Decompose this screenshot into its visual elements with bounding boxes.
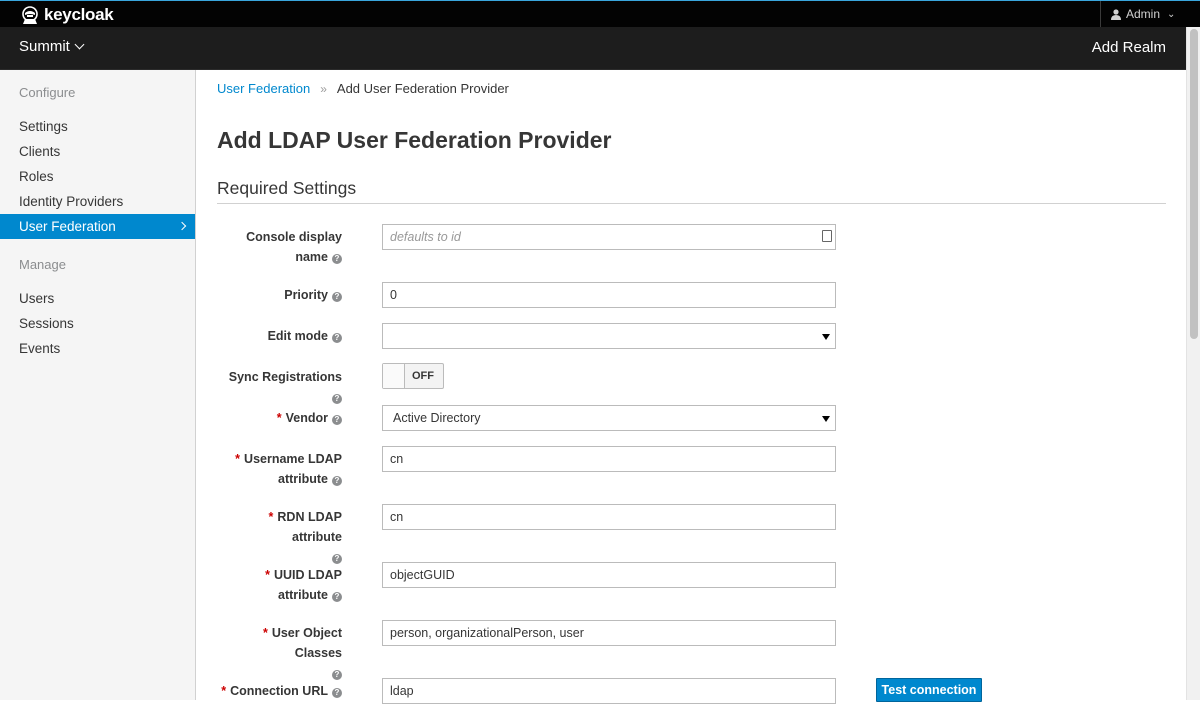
dropdown-arrow-icon	[822, 416, 830, 422]
sync-registrations-label: Sync Registrations?	[217, 367, 342, 407]
label-text: Username LDAP	[244, 452, 342, 466]
section-title: Required Settings	[217, 178, 357, 198]
sidebar-item-sessions[interactable]: Sessions	[0, 311, 195, 336]
required-marker: *	[262, 626, 268, 640]
toggle-knob	[383, 364, 405, 388]
masthead: keycloak Admin ⌄	[0, 0, 1200, 27]
priority-label: Priority?	[217, 285, 342, 305]
priority-input[interactable]: 0	[382, 282, 836, 308]
user-object-classes-label: * User Object Classes ?	[217, 623, 342, 683]
label-text: attribute	[278, 472, 328, 486]
label-text: Sync Registrations	[228, 370, 342, 384]
sidebar-item-events[interactable]: Events	[0, 336, 195, 361]
sidebar: Configure Settings Clients Roles Identit…	[0, 70, 196, 700]
rdn-ldap-attribute-input[interactable]: cn	[382, 504, 836, 530]
rdn-ldap-attribute-label: * RDN LDAP attribute ?	[217, 507, 342, 567]
required-marker: *	[276, 411, 282, 425]
edit-mode-label: Edit mode?	[217, 326, 342, 346]
label-text: name	[295, 250, 328, 264]
toggle-state: OFF	[412, 370, 434, 382]
help-icon[interactable]: ?	[332, 394, 342, 404]
add-realm-link[interactable]: Add Realm	[1092, 39, 1166, 56]
help-icon[interactable]: ?	[332, 254, 342, 264]
label-text: User Object Classes	[271, 626, 342, 660]
test-connection-button[interactable]: Test connection	[876, 678, 982, 702]
chevron-down-icon	[74, 39, 85, 50]
page-title: Add LDAP User Federation Provider	[217, 127, 612, 153]
vendor-select[interactable]: Active Directory	[382, 405, 836, 431]
console-display-name-input[interactable]	[382, 224, 836, 250]
scrollbar-thumb[interactable]	[1190, 29, 1198, 339]
dropdown-arrow-icon	[822, 334, 830, 340]
required-marker: *	[221, 684, 227, 698]
breadcrumb-current: Add User Federation Provider	[336, 81, 509, 96]
help-icon[interactable]: ?	[332, 415, 342, 425]
page-scrollbar[interactable]	[1186, 27, 1200, 700]
keycloak-logo[interactable]: keycloak	[20, 4, 114, 26]
user-object-classes-input[interactable]: person, organizationalPerson, user	[382, 620, 836, 646]
label-text: Priority	[284, 288, 328, 302]
uuid-ldap-attribute-label: * UUID LDAP attribute?	[217, 565, 342, 605]
user-menu[interactable]: Admin ⌄	[1100, 1, 1200, 27]
keycloak-logo-icon	[22, 6, 38, 24]
user-icon	[1111, 8, 1121, 20]
contact-card-icon	[822, 230, 832, 242]
sync-registrations-toggle[interactable]: OFF	[382, 363, 444, 389]
uuid-ldap-attribute-input[interactable]: objectGUID	[382, 562, 836, 588]
required-marker: *	[235, 452, 241, 466]
required-marker: *	[265, 568, 270, 582]
sidebar-item-label: User Federation	[19, 219, 116, 234]
realm-name: Summit	[19, 38, 70, 55]
sidebar-item-user-federation[interactable]: User Federation	[0, 214, 195, 239]
breadcrumb-user-federation[interactable]: User Federation	[217, 81, 310, 96]
label-text: RDN LDAP attribute	[277, 510, 342, 544]
configure-heading: Configure	[19, 85, 76, 100]
breadcrumb-separator: »	[320, 81, 327, 96]
console-display-name-wrapper	[382, 224, 836, 250]
help-icon[interactable]: ?	[332, 476, 342, 486]
help-icon[interactable]: ?	[332, 292, 342, 302]
required-marker: *	[268, 510, 274, 524]
label-text: Connection URL	[230, 684, 328, 698]
help-icon[interactable]: ?	[332, 670, 342, 680]
sidebar-item-roles[interactable]: Roles	[0, 164, 195, 189]
connection-url-label: * Connection URL?	[217, 681, 342, 701]
help-icon[interactable]: ?	[332, 688, 342, 698]
help-icon[interactable]: ?	[332, 333, 342, 343]
vendor-label: * Vendor?	[217, 408, 342, 428]
console-display-name-label: Console display name?	[217, 227, 342, 267]
manage-heading: Manage	[19, 257, 66, 272]
select-value: Active Directory	[393, 411, 481, 425]
help-icon[interactable]: ?	[332, 592, 342, 602]
breadcrumb: User Federation » Add User Federation Pr…	[217, 81, 509, 96]
chevron-right-icon	[177, 221, 187, 231]
realm-selector[interactable]: Summit	[19, 38, 85, 55]
brand-name: keycloak	[44, 5, 114, 24]
sidebar-item-identity-providers[interactable]: Identity Providers	[0, 189, 195, 214]
sidebar-item-clients[interactable]: Clients	[0, 139, 195, 164]
connection-url-input[interactable]: ldap	[382, 678, 836, 704]
section-divider	[217, 203, 1166, 204]
label-text: Vendor	[285, 411, 328, 425]
label-text: attribute	[278, 588, 328, 602]
sidebar-item-users[interactable]: Users	[0, 286, 195, 311]
edit-mode-select[interactable]	[382, 323, 836, 349]
label-text: Edit mode	[267, 329, 328, 343]
sidebar-item-settings[interactable]: Settings	[0, 114, 195, 139]
username-ldap-attribute-input[interactable]: cn	[382, 446, 836, 472]
realm-bar: Summit Add Realm	[0, 27, 1186, 70]
help-icon[interactable]: ?	[332, 554, 342, 564]
chevron-down-icon: ⌄	[1167, 8, 1176, 20]
label-text: UUID LDAP	[273, 568, 342, 582]
user-name: Admin	[1126, 7, 1161, 21]
username-ldap-attribute-label: * Username LDAP attribute?	[217, 449, 342, 489]
label-text: Console display	[246, 230, 342, 244]
